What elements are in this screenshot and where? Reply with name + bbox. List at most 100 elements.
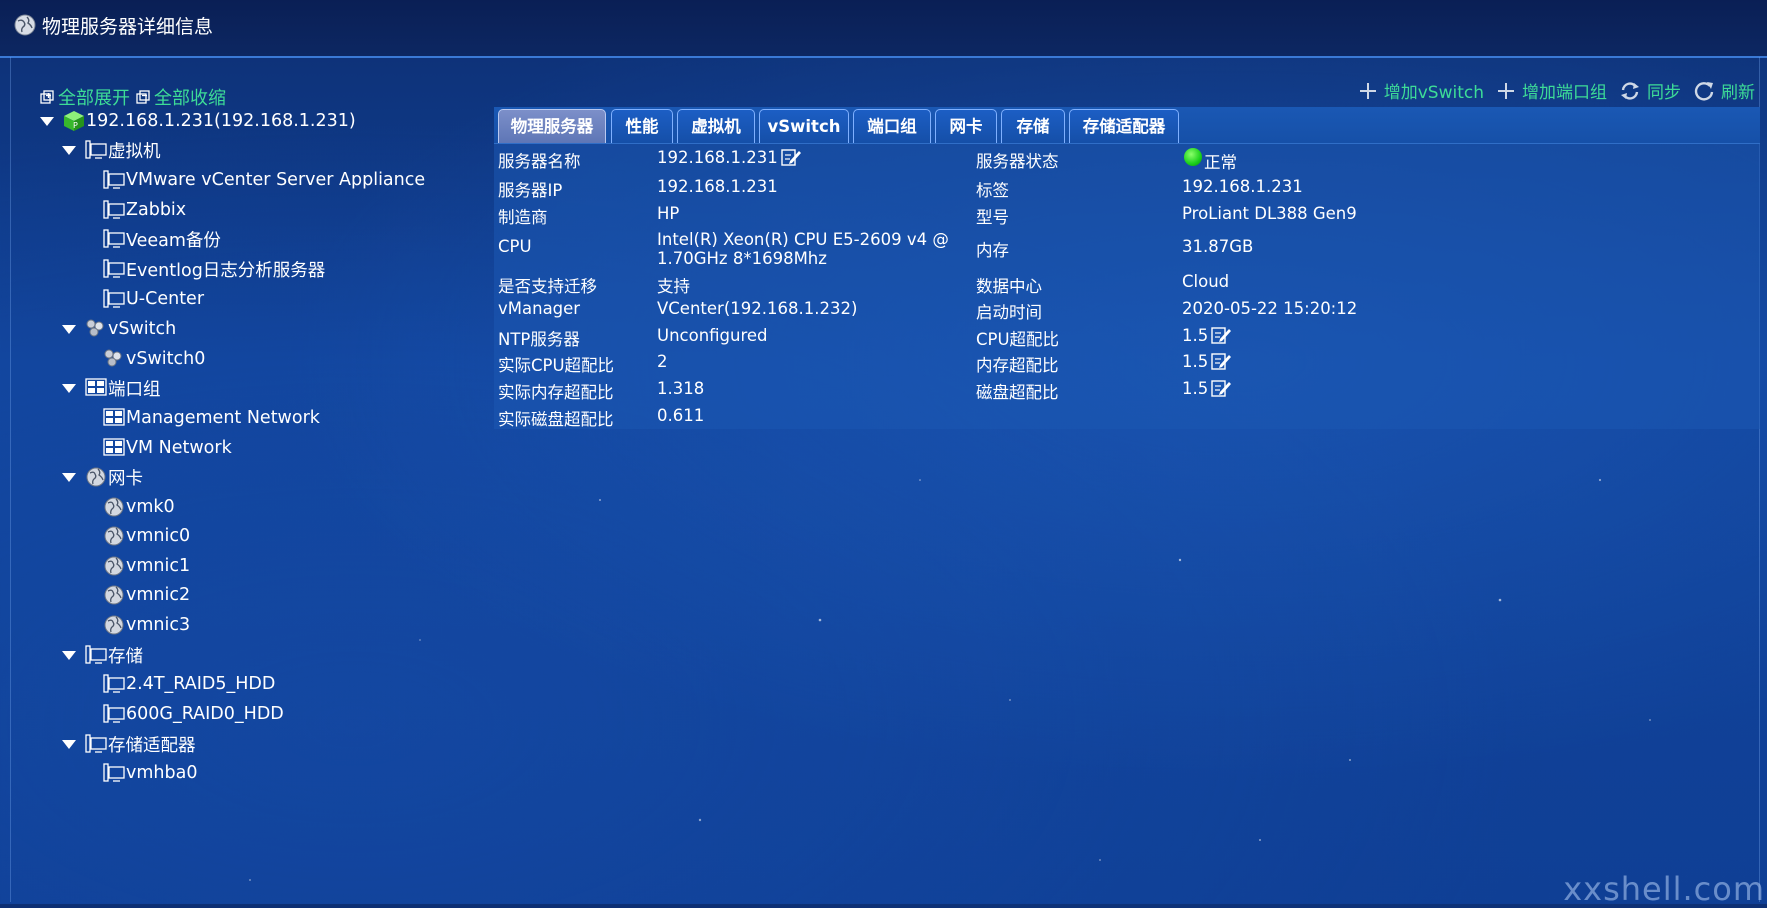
tab-performance[interactable]: 性能 bbox=[611, 109, 673, 143]
tree-group-nics[interactable]: 网卡 bbox=[62, 462, 143, 492]
tab-vms[interactable]: 虚拟机 bbox=[677, 109, 755, 143]
detail-value: ProLiant DL388 Gen9 bbox=[1182, 204, 1357, 223]
sync-button[interactable]: 同步 bbox=[1619, 78, 1681, 103]
detail-value: Cloud bbox=[1182, 272, 1230, 291]
detail-label: 标签 bbox=[976, 181, 1009, 200]
tab-nics[interactable]: 网卡 bbox=[935, 109, 997, 143]
caret-down-icon[interactable] bbox=[62, 650, 76, 660]
tree-item-portgroup[interactable]: Management Network bbox=[102, 403, 320, 433]
tree-group-adapters[interactable]: 存储适配器 bbox=[62, 729, 196, 759]
detail-value: Intel(R) Xeon(R) CPU E5-2609 v4 @ 1.70GH… bbox=[657, 230, 949, 268]
tab-storage-adapters[interactable]: 存储适配器 bbox=[1069, 109, 1179, 143]
tree-node-label: vmhba0 bbox=[126, 763, 198, 783]
edit-icon[interactable] bbox=[1210, 377, 1232, 399]
tree-item-vm[interactable]: Veeam备份 bbox=[102, 224, 221, 254]
tree-item-storage[interactable]: 600G_RAID0_HDD bbox=[102, 699, 284, 729]
add-vswitch-label: 增加vSwitch bbox=[1383, 83, 1484, 103]
server-details-panel: 服务器名称 服务器IP 制造商 CPU 是否支持迁移 vManager NTP服… bbox=[494, 143, 1760, 429]
monitor-icon bbox=[85, 140, 107, 159]
detail-label: 制造商 bbox=[498, 208, 548, 227]
tree-item-vswitch[interactable]: vSwitch0 bbox=[102, 344, 205, 374]
svg-text:P: P bbox=[73, 121, 78, 130]
caret-down-icon[interactable] bbox=[40, 116, 54, 126]
monitor-icon bbox=[103, 674, 125, 693]
tree-group-vms[interactable]: 虚拟机 bbox=[62, 135, 161, 165]
caret-down-icon[interactable] bbox=[62, 324, 76, 334]
detail-value: 1.318 bbox=[657, 379, 705, 398]
tree-node-root[interactable]: P 192.168.1.231(192.168.1.231) bbox=[40, 106, 356, 136]
caret-down-icon[interactable] bbox=[62, 739, 76, 749]
tree-item-nic[interactable]: vmnic0 bbox=[102, 521, 190, 551]
tree-item-nic[interactable]: vmnic2 bbox=[102, 580, 190, 610]
watermark: xxshell.com bbox=[1563, 870, 1765, 908]
globe-icon bbox=[104, 615, 124, 635]
edit-icon[interactable] bbox=[780, 146, 802, 168]
vswitch-icon bbox=[104, 349, 122, 367]
monitor-icon bbox=[103, 259, 125, 278]
tree-item-nic[interactable]: vmnic1 bbox=[102, 551, 190, 581]
monitor-icon bbox=[103, 229, 125, 248]
detail-label: vManager bbox=[498, 299, 581, 318]
tree-node-label: Zabbix bbox=[126, 200, 187, 220]
plus-icon bbox=[1359, 82, 1376, 99]
tree-node-label: 端口组 bbox=[108, 379, 161, 400]
caret-down-icon[interactable] bbox=[62, 383, 76, 393]
refresh-label: 刷新 bbox=[1721, 83, 1755, 103]
monitor-icon bbox=[103, 170, 125, 189]
add-portgroup-button[interactable]: 增加端口组 bbox=[1496, 78, 1607, 103]
detail-label: CPU bbox=[498, 237, 532, 256]
tree-item-storage[interactable]: 2.4T_RAID5_HDD bbox=[102, 669, 275, 699]
globe-icon bbox=[12, 12, 38, 38]
detail-value: HP bbox=[657, 204, 680, 223]
portgroup-icon bbox=[85, 378, 107, 396]
tree-item-vm[interactable]: VMware vCenter Server Appliance bbox=[102, 165, 425, 195]
tree-item-adapter[interactable]: vmhba0 bbox=[102, 758, 197, 788]
tree-group-portgroups[interactable]: 端口组 bbox=[62, 373, 161, 403]
add-portgroup-label: 增加端口组 bbox=[1522, 83, 1607, 103]
detail-label: 数据中心 bbox=[976, 277, 1042, 296]
tree-node-label: 192.168.1.231(192.168.1.231) bbox=[86, 111, 356, 131]
tab-portgroups[interactable]: 端口组 bbox=[853, 109, 931, 143]
tree-node-label: VMware vCenter Server Appliance bbox=[126, 170, 426, 190]
tree-item-vm[interactable]: Eventlog日志分析服务器 bbox=[102, 254, 325, 284]
server-name-value: 192.168.1.231 bbox=[657, 146, 802, 168]
disk-overcommit-value: 1.5 bbox=[1182, 377, 1232, 399]
tree-item-nic[interactable]: vmk0 bbox=[102, 492, 175, 522]
tree-node-label: vSwitch bbox=[108, 319, 177, 339]
tree-item-nic[interactable]: vmnic3 bbox=[102, 610, 190, 640]
monitor-icon bbox=[103, 763, 125, 782]
detail-label: 实际CPU超配比 bbox=[498, 356, 615, 375]
detail-label: 内存 bbox=[976, 241, 1009, 260]
tree-item-vm[interactable]: Zabbix bbox=[102, 195, 186, 225]
edit-icon[interactable] bbox=[1210, 350, 1232, 372]
tree-node-label: vmk0 bbox=[126, 497, 175, 517]
tree-group-storage[interactable]: 存储 bbox=[62, 640, 143, 670]
tree-node-label: vmnic1 bbox=[126, 556, 191, 576]
tree-item-vm[interactable]: U-Center bbox=[102, 284, 204, 314]
edit-icon[interactable] bbox=[1210, 324, 1232, 346]
vswitch-icon bbox=[86, 319, 104, 337]
detail-label: 服务器名称 bbox=[498, 152, 581, 171]
globe-icon bbox=[104, 556, 124, 576]
detail-value: 192.168.1.231 bbox=[657, 147, 778, 167]
tree-item-portgroup[interactable]: VM Network bbox=[102, 433, 232, 463]
monitor-icon bbox=[103, 704, 125, 723]
caret-down-icon[interactable] bbox=[62, 472, 76, 482]
detail-value: 192.168.1.231 bbox=[657, 177, 778, 196]
tab-vswitch[interactable]: vSwitch bbox=[759, 109, 849, 143]
tab-physical-server[interactable]: 物理服务器 bbox=[498, 109, 606, 143]
tree-group-vswitch[interactable]: vSwitch bbox=[62, 314, 176, 344]
tab-storage[interactable]: 存储 bbox=[1001, 109, 1065, 143]
add-vswitch-button[interactable]: 增加vSwitch bbox=[1358, 78, 1484, 103]
globe-icon bbox=[86, 467, 106, 487]
detail-label: NTP服务器 bbox=[498, 330, 580, 349]
tree-node-label: 2.4T_RAID5_HDD bbox=[126, 674, 276, 694]
detail-value: 1.5 bbox=[1182, 351, 1209, 371]
monitor-icon bbox=[103, 289, 125, 308]
detail-value: 0.611 bbox=[657, 406, 705, 425]
tree-node-label: VM Network bbox=[126, 438, 232, 458]
detail-value: 1.5 bbox=[1182, 378, 1209, 398]
tree-node-label: Management Network bbox=[126, 408, 320, 428]
refresh-button[interactable]: 刷新 bbox=[1693, 78, 1755, 103]
caret-down-icon[interactable] bbox=[62, 145, 76, 155]
